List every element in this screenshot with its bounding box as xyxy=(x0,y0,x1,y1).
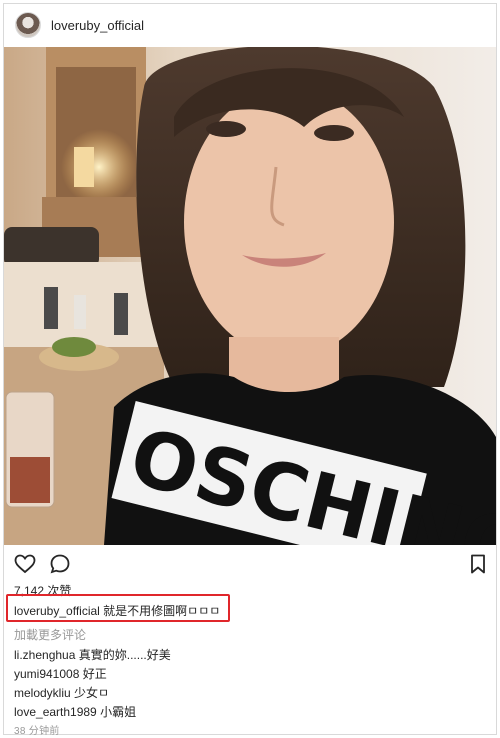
photo-illustration: OSCHINO xyxy=(4,47,496,545)
comment-text: 小霸姐 xyxy=(100,705,137,719)
comment-username[interactable]: love_earth1989 xyxy=(14,705,97,719)
comment-item: melodykliu 少女ㅁ xyxy=(14,684,109,701)
post-actions xyxy=(4,552,496,580)
comment-username[interactable]: yumi941008 xyxy=(14,667,79,681)
post-header: loveruby_official xyxy=(4,4,496,46)
avatar[interactable] xyxy=(15,12,41,38)
load-more-comments[interactable]: 加載更多评论 xyxy=(14,626,86,643)
post-card: loveruby_official OSCHINO 7,142 次赞 lover… xyxy=(3,3,497,737)
post-caption: loveruby_official 就是不用修圖啊ㅁㅁㅁ xyxy=(14,602,220,619)
comment-icon[interactable] xyxy=(48,552,72,576)
bookmark-icon[interactable] xyxy=(466,552,490,576)
comment-text: 好正 xyxy=(82,667,107,681)
post-timestamp: 38 分钟前 xyxy=(14,726,60,737)
comment-text: 少女ㅁ xyxy=(74,686,110,700)
post-username[interactable]: loveruby_official xyxy=(51,18,144,33)
comment-item: li.zhenghua 真實的妳......好美 xyxy=(14,646,171,663)
comment-username[interactable]: melodykliu xyxy=(14,686,71,700)
caption-username[interactable]: loveruby_official xyxy=(14,604,100,618)
caption-text: 就是不用修圖啊ㅁㅁㅁ xyxy=(103,604,221,618)
post-photo[interactable]: OSCHINO xyxy=(4,47,496,545)
comment-username[interactable]: li.zhenghua xyxy=(14,648,75,662)
comment-text: 真實的妳......好美 xyxy=(78,648,171,662)
heart-icon[interactable] xyxy=(13,552,37,576)
comment-item: love_earth1989 小霸姐 xyxy=(14,703,136,720)
comment-item: yumi941008 好正 xyxy=(14,665,107,682)
